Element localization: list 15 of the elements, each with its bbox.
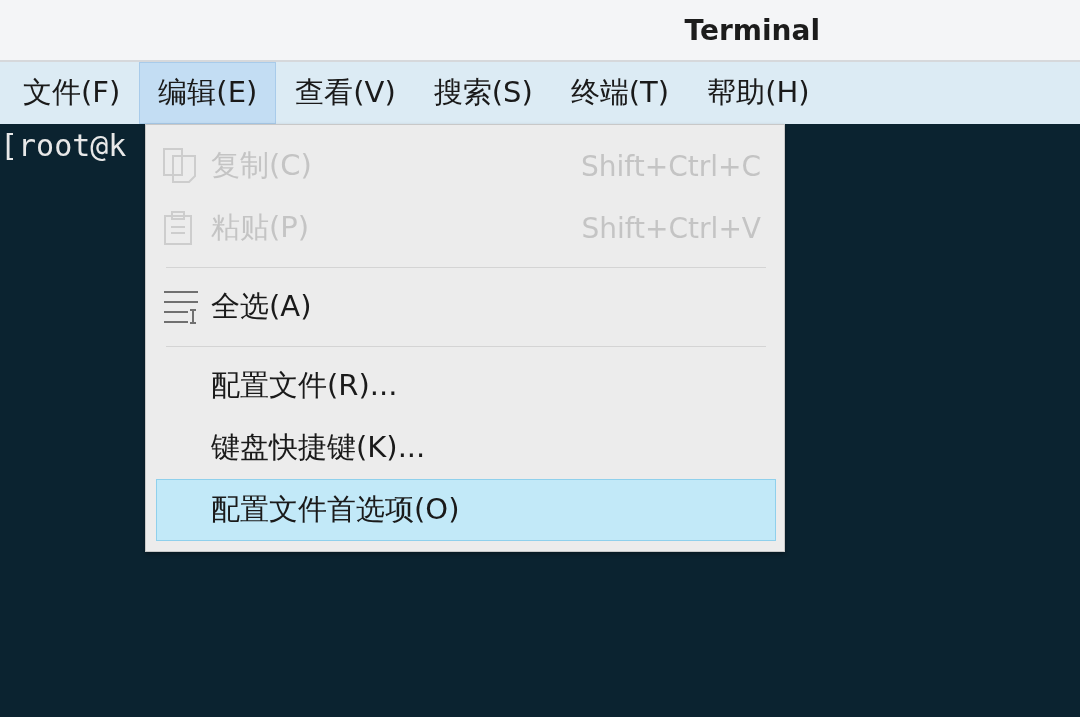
window-title: Terminal [684, 13, 820, 47]
terminal-text: [root@k [0, 128, 127, 163]
menu-bar-item[interactable]: 终端(T) [551, 62, 689, 124]
menu-bar-item[interactable]: 文件(F) [4, 62, 140, 124]
paste-icon [163, 211, 193, 245]
menu-item[interactable]: 键盘快捷键(K)... [156, 417, 776, 479]
menu-bar-item[interactable]: 编辑(E) [139, 62, 277, 124]
copy-icon [163, 148, 197, 184]
menu-item[interactable]: 配置文件首选项(O) [156, 479, 776, 541]
menu-item[interactable]: 配置文件(R)... [156, 355, 776, 417]
menu-bar-item[interactable]: 帮助(H) [688, 62, 829, 124]
menu-item[interactable]: 全选(A) [156, 276, 776, 338]
select-all-icon [163, 290, 199, 324]
menu-bar-item[interactable]: 搜索(S) [414, 62, 552, 124]
menu-bar-item[interactable]: 查看(V) [276, 62, 415, 124]
